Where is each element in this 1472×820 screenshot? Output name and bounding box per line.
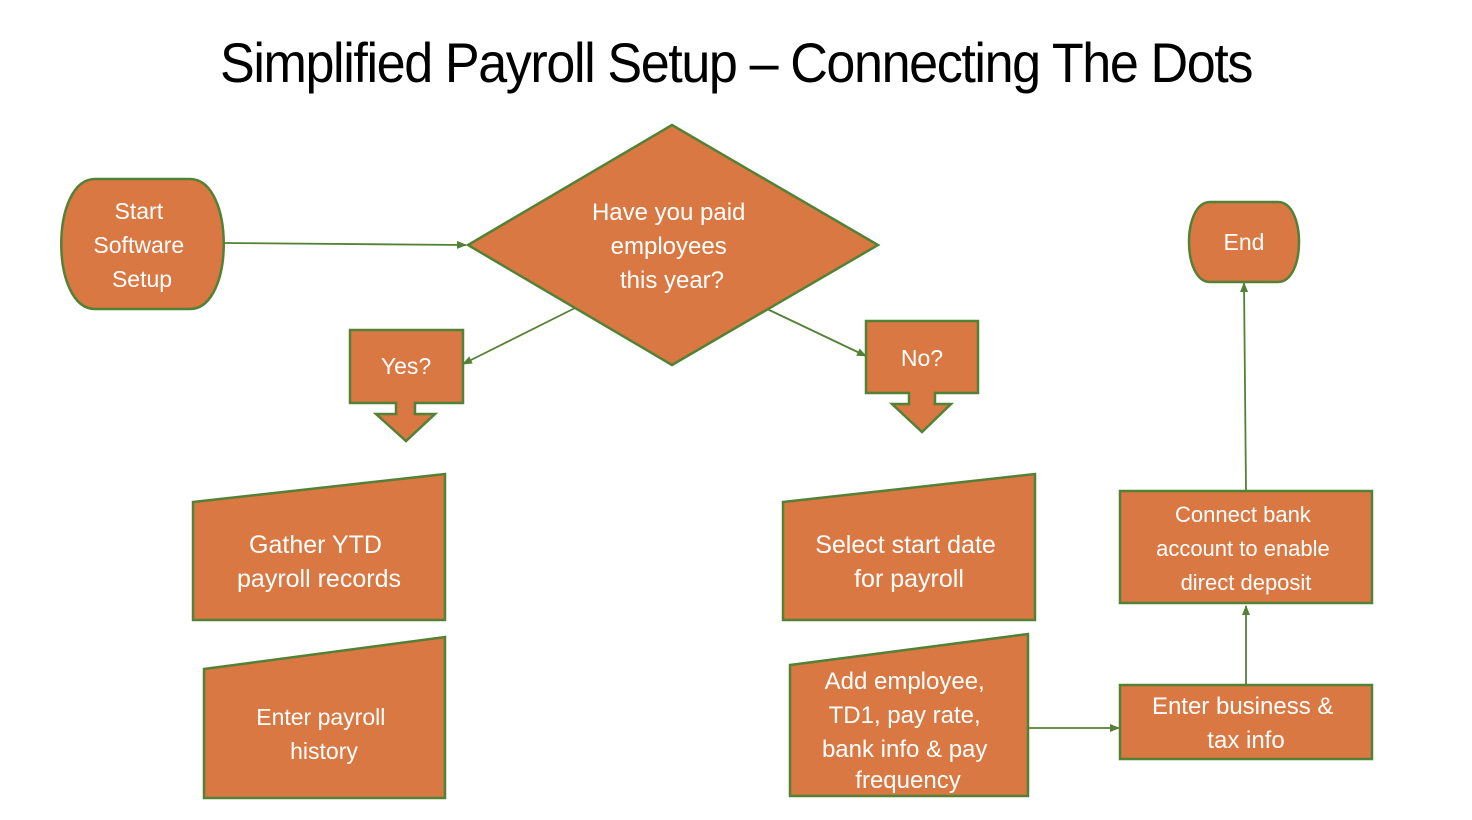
node-end-label: End	[1224, 229, 1265, 255]
node-select-start[interactable]: Select start date for payroll	[781, 472, 1037, 622]
node-gather-ytd[interactable]: Gather YTD payroll records	[191, 472, 447, 622]
node-no[interactable]: No?	[864, 319, 980, 434]
node-decision[interactable]: Have you paid employees this year?	[465, 123, 881, 367]
connector-start-to-decision	[223, 240, 467, 249]
connector-decision-to-no	[764, 307, 867, 357]
node-yes-label: Yes?	[381, 353, 431, 379]
node-start[interactable]: Start Software Setup	[60, 177, 225, 311]
node-add-employee[interactable]: Add employee, TD1, pay rate, bank info &…	[788, 632, 1030, 798]
node-business-tax[interactable]: Enter business & tax info	[1118, 683, 1374, 761]
node-connect-bank[interactable]: Connect bank account to enable direct de…	[1118, 489, 1374, 605]
node-enter-history[interactable]: Enter payroll history	[202, 635, 447, 800]
connector-bank-to-end	[1240, 282, 1249, 492]
node-yes[interactable]: Yes?	[348, 328, 465, 443]
node-connect-bank-label: Connect bank account to enable direct de…	[1156, 502, 1336, 595]
node-end[interactable]: End	[1187, 200, 1301, 284]
node-no-label: No?	[901, 345, 943, 371]
flowchart-canvas: Start Software Setup Have you paid emplo…	[60, 123, 1374, 800]
connector-decision-to-yes	[462, 307, 576, 365]
